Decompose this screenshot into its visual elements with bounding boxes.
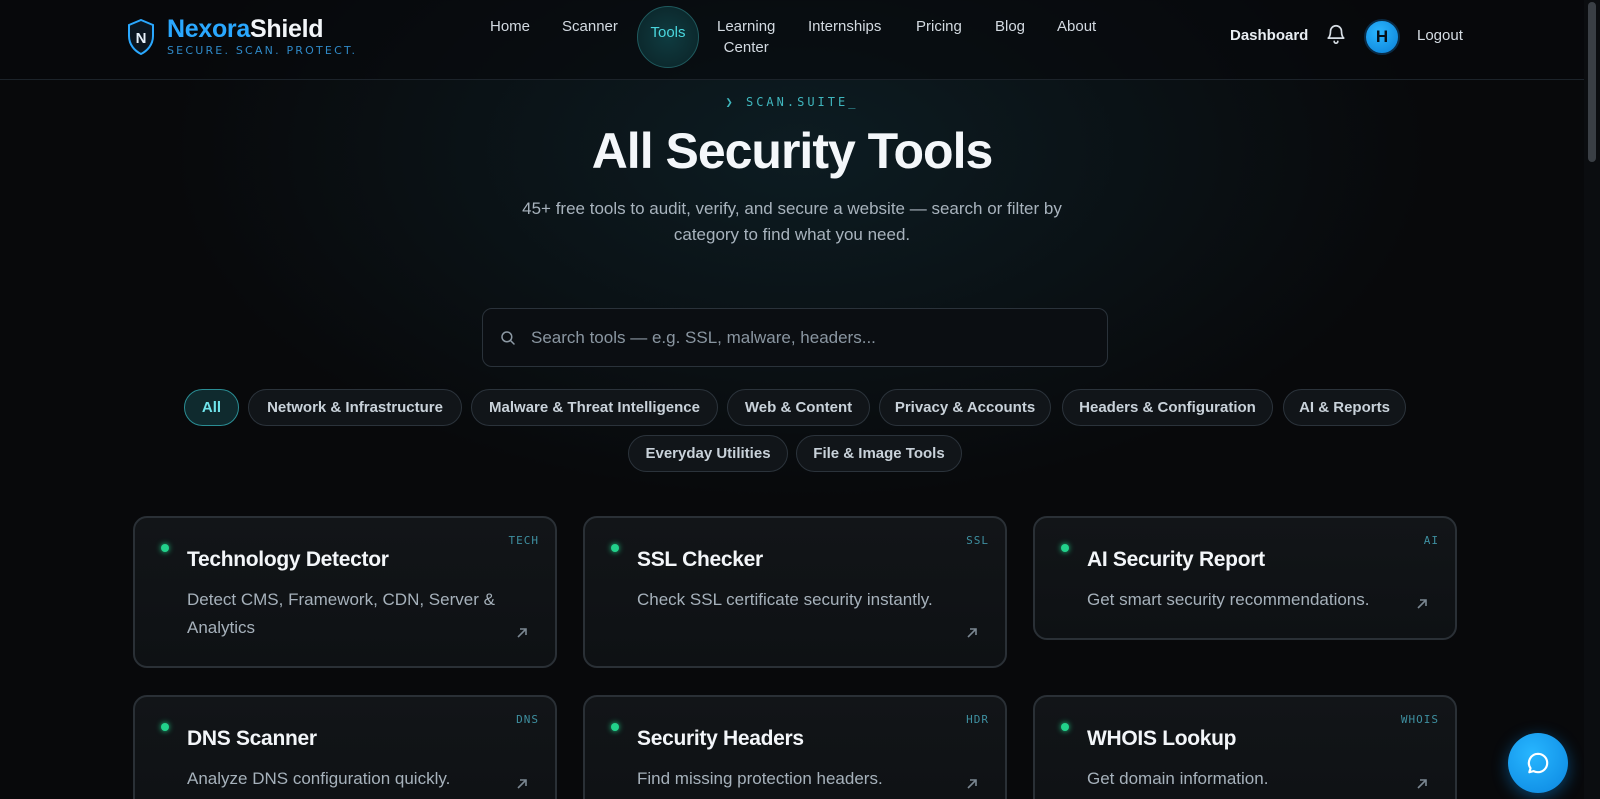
- filter-network-infrastructure[interactable]: Network & Infrastructure: [248, 389, 462, 426]
- tool-description: Get domain information.: [1087, 769, 1269, 788]
- tool-tag: TECH: [508, 534, 539, 547]
- arrow-up-right-icon: [517, 628, 527, 638]
- tool-tag: HDR: [966, 713, 989, 726]
- tool-title: Technology Detector: [187, 548, 389, 571]
- nav-learning-center[interactable]: Learning Center: [717, 16, 775, 58]
- search-input[interactable]: [531, 327, 1091, 348]
- nav-internships[interactable]: Internships: [808, 16, 881, 37]
- scrollbar-thumb[interactable]: [1588, 2, 1596, 162]
- tool-description: Find missing protection headers.: [637, 769, 883, 788]
- tool-card-security-headers[interactable]: HDR Security Headers Find missing protec…: [583, 695, 1007, 799]
- tool-description: Check SSL certificate security instantly…: [637, 590, 933, 609]
- tool-description: Analyze DNS configuration quickly.: [187, 769, 451, 788]
- filter-malware-threat-intelligence[interactable]: Malware & Threat Intelligence: [471, 389, 718, 426]
- filter-file-image-tools[interactable]: File & Image Tools: [796, 435, 962, 472]
- chat-bubble-icon: [1527, 752, 1549, 774]
- nav-home[interactable]: Home: [490, 16, 530, 37]
- nav-tools[interactable]: Tools: [637, 6, 699, 68]
- nav-blog[interactable]: Blog: [995, 16, 1025, 37]
- section-eyebrow: ❯ SCAN.SUITE_: [725, 95, 859, 109]
- filter-privacy-accounts[interactable]: Privacy & Accounts: [879, 389, 1051, 426]
- filter-ai-reports[interactable]: AI & Reports: [1283, 389, 1406, 426]
- tool-tag: WHOIS: [1400, 713, 1439, 726]
- page-subtitle: 45+ free tools to audit, verify, and sec…: [522, 199, 1062, 244]
- tool-title: Security Headers: [637, 727, 804, 750]
- tool-tag: AI: [1423, 534, 1439, 547]
- tool-title: SSL Checker: [637, 548, 763, 571]
- arrow-up-right-icon: [1417, 779, 1427, 789]
- brand-logo[interactable]: N NexoraShield SECURE. SCAN. PROTECT.: [127, 16, 357, 57]
- filter-headers-configuration[interactable]: Headers & Configuration: [1062, 389, 1273, 426]
- tool-title: DNS Scanner: [187, 727, 317, 750]
- chat-button[interactable]: [1508, 733, 1568, 793]
- nav-learning-line2: Center: [723, 39, 769, 56]
- bell-icon[interactable]: [1325, 23, 1347, 45]
- status-dot: [161, 723, 169, 731]
- svg-text:N: N: [136, 30, 147, 47]
- tool-card-dns-scanner[interactable]: DNS DNS Scanner Analyze DNS configuratio…: [133, 695, 557, 799]
- page-title: All Security Tools: [591, 123, 994, 179]
- tool-description: Get smart security recommendations.: [1087, 590, 1370, 609]
- nav-about[interactable]: About: [1057, 16, 1096, 37]
- shield-icon: N: [128, 18, 154, 55]
- tool-card-technology-detector[interactable]: TECH Technology Detector Detect CMS, Fra…: [133, 516, 557, 668]
- nav-pricing[interactable]: Pricing: [916, 16, 962, 37]
- status-dot: [1061, 544, 1069, 552]
- filter-everyday-utilities[interactable]: Everyday Utilities: [628, 435, 788, 472]
- nav-learning-line1: Learning: [717, 18, 776, 35]
- logout-link[interactable]: Logout: [1417, 27, 1463, 44]
- status-dot: [611, 723, 619, 731]
- tool-tag: SSL: [966, 534, 989, 547]
- search-bar: [482, 308, 1108, 367]
- tool-description: Detect CMS, Framework, CDN, Server & Ana…: [187, 590, 495, 637]
- tool-title: AI Security Report: [1087, 548, 1265, 571]
- brand-tagline: SECURE. SCAN. PROTECT.: [167, 44, 358, 57]
- avatar[interactable]: H: [1364, 19, 1400, 55]
- tool-card-ssl-checker[interactable]: SSL SSL Checker Check SSL certificate se…: [583, 516, 1007, 668]
- nav-scanner[interactable]: Scanner: [562, 16, 618, 37]
- page-scrollbar[interactable]: [1584, 0, 1600, 799]
- status-dot: [161, 544, 169, 552]
- status-dot: [611, 544, 619, 552]
- dashboard-link[interactable]: Dashboard: [1230, 27, 1308, 44]
- tool-title: WHOIS Lookup: [1087, 727, 1237, 750]
- tool-card-whois-lookup[interactable]: WHOIS WHOIS Lookup Get domain informatio…: [1033, 695, 1457, 799]
- arrow-up-right-icon: [1417, 599, 1427, 609]
- filter-web-content[interactable]: Web & Content: [727, 389, 870, 426]
- arrow-up-right-icon: [967, 779, 977, 789]
- arrow-up-right-icon: [517, 779, 527, 789]
- tool-tag: DNS: [516, 713, 539, 726]
- search-icon: [501, 330, 515, 345]
- brand-name: NexoraShield: [167, 15, 324, 43]
- status-dot: [1061, 723, 1069, 731]
- arrow-up-right-icon: [967, 628, 977, 638]
- filter-all[interactable]: All: [184, 389, 239, 426]
- tool-card-ai-security-report[interactable]: AI AI Security Report Get smart security…: [1033, 516, 1457, 640]
- top-navbar: N NexoraShield SECURE. SCAN. PROTECT. Ho…: [0, 0, 1584, 80]
